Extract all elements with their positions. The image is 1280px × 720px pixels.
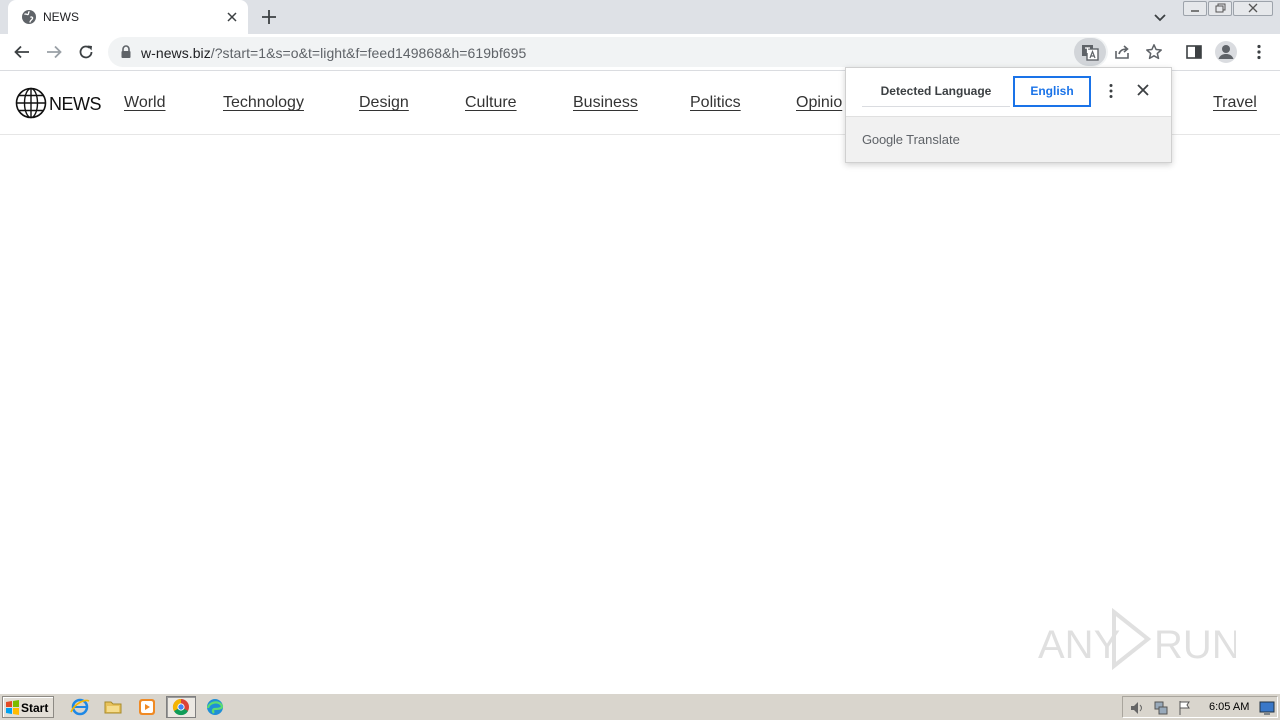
chrome-icon	[172, 698, 189, 716]
side-panel-icon[interactable]	[1185, 43, 1203, 61]
address-bar[interactable]: w-news.biz/?start=1&s=o&t=light&f=feed14…	[108, 37, 1162, 67]
taskbar-chrome[interactable]	[166, 696, 196, 718]
google-translate-brand: Google Translate	[862, 132, 960, 147]
edge-icon[interactable]	[204, 697, 226, 717]
google-brand: Google	[862, 132, 903, 147]
translate-bubble: Detected Language English Google Transla…	[845, 67, 1172, 163]
restore-icon	[1215, 3, 1226, 13]
chevron-down-icon[interactable]	[1152, 9, 1168, 25]
start-button[interactable]: Start	[2, 696, 54, 718]
taskbar: Start 6:05 AM	[0, 693, 1280, 720]
network-icon[interactable]	[1153, 700, 1169, 716]
minimize-button[interactable]	[1183, 1, 1207, 16]
svg-text:ANY: ANY	[1038, 623, 1120, 667]
restore-button[interactable]	[1208, 1, 1232, 16]
folder-icon[interactable]	[102, 697, 124, 717]
plus-icon[interactable]	[260, 8, 278, 26]
tab-title: NEWS	[43, 10, 79, 24]
nav-world[interactable]: World	[124, 94, 166, 112]
desktop-icon[interactable]	[1259, 700, 1275, 716]
tab-strip: NEWS	[0, 0, 1280, 34]
nav-technology[interactable]: Technology	[223, 94, 304, 112]
translate-brand: Translate	[906, 132, 960, 147]
translate-bubble-footer: Google Translate	[846, 116, 1171, 162]
close-icon[interactable]	[1136, 83, 1150, 97]
url-text[interactable]: w-news.biz/?start=1&s=o&t=light&f=feed14…	[141, 45, 526, 61]
screen: NEWS w-news.biz/?start=1&s=o&t=light&f=f…	[0, 0, 1280, 720]
taskbar-clock[interactable]: 6:05 AM	[1209, 701, 1249, 713]
back-icon[interactable]	[13, 43, 31, 61]
anyrun-watermark: ANY RUN	[1038, 608, 1236, 670]
tab-english[interactable]: English	[1013, 76, 1091, 107]
lock-icon[interactable]	[120, 45, 132, 59]
url-host: w-news.biz	[141, 45, 211, 61]
tab-detected-language[interactable]: Detected Language	[862, 76, 1010, 107]
nav-politics[interactable]: Politics	[690, 94, 741, 112]
minimize-icon	[1191, 10, 1199, 12]
window-close-button[interactable]	[1233, 1, 1273, 16]
svg-text:RUN: RUN	[1154, 623, 1236, 667]
more-vert-icon[interactable]	[1250, 43, 1268, 61]
share-icon[interactable]	[1113, 43, 1131, 61]
translate-bubble-header: Detected Language English	[846, 68, 1171, 116]
nav-design[interactable]: Design	[359, 94, 409, 112]
system-tray: 6:05 AM	[1122, 696, 1278, 718]
ie-icon[interactable]	[69, 697, 91, 717]
nav-business[interactable]: Business	[573, 94, 638, 112]
globe-icon	[22, 10, 36, 24]
forward-icon[interactable]	[45, 43, 63, 61]
globe-icon	[15, 87, 47, 119]
start-label: Start	[21, 701, 49, 715]
close-icon	[1248, 3, 1258, 13]
translate-button[interactable]	[1074, 38, 1106, 66]
windows-logo-icon	[6, 700, 19, 715]
flag-icon[interactable]	[1177, 700, 1193, 716]
star-icon[interactable]	[1145, 43, 1163, 61]
nav-opinion[interactable]: Opinio	[796, 94, 842, 112]
profile-icon[interactable]	[1214, 40, 1238, 64]
nav-culture[interactable]: Culture	[465, 94, 517, 112]
media-icon[interactable]	[136, 697, 158, 717]
more-vert-icon[interactable]	[1103, 82, 1119, 100]
close-icon[interactable]	[224, 9, 240, 25]
tab-news[interactable]: NEWS	[8, 0, 248, 34]
reload-icon[interactable]	[77, 43, 95, 61]
logo-text: NEWS	[49, 94, 102, 114]
volume-icon[interactable]	[1129, 700, 1145, 716]
nav-travel[interactable]: Travel	[1213, 94, 1257, 112]
url-path: /?start=1&s=o&t=light&f=feed149868&h=619…	[210, 45, 527, 61]
translate-icon	[1082, 45, 1099, 61]
browser-toolbar: w-news.biz/?start=1&s=o&t=light&f=feed14…	[0, 34, 1280, 71]
